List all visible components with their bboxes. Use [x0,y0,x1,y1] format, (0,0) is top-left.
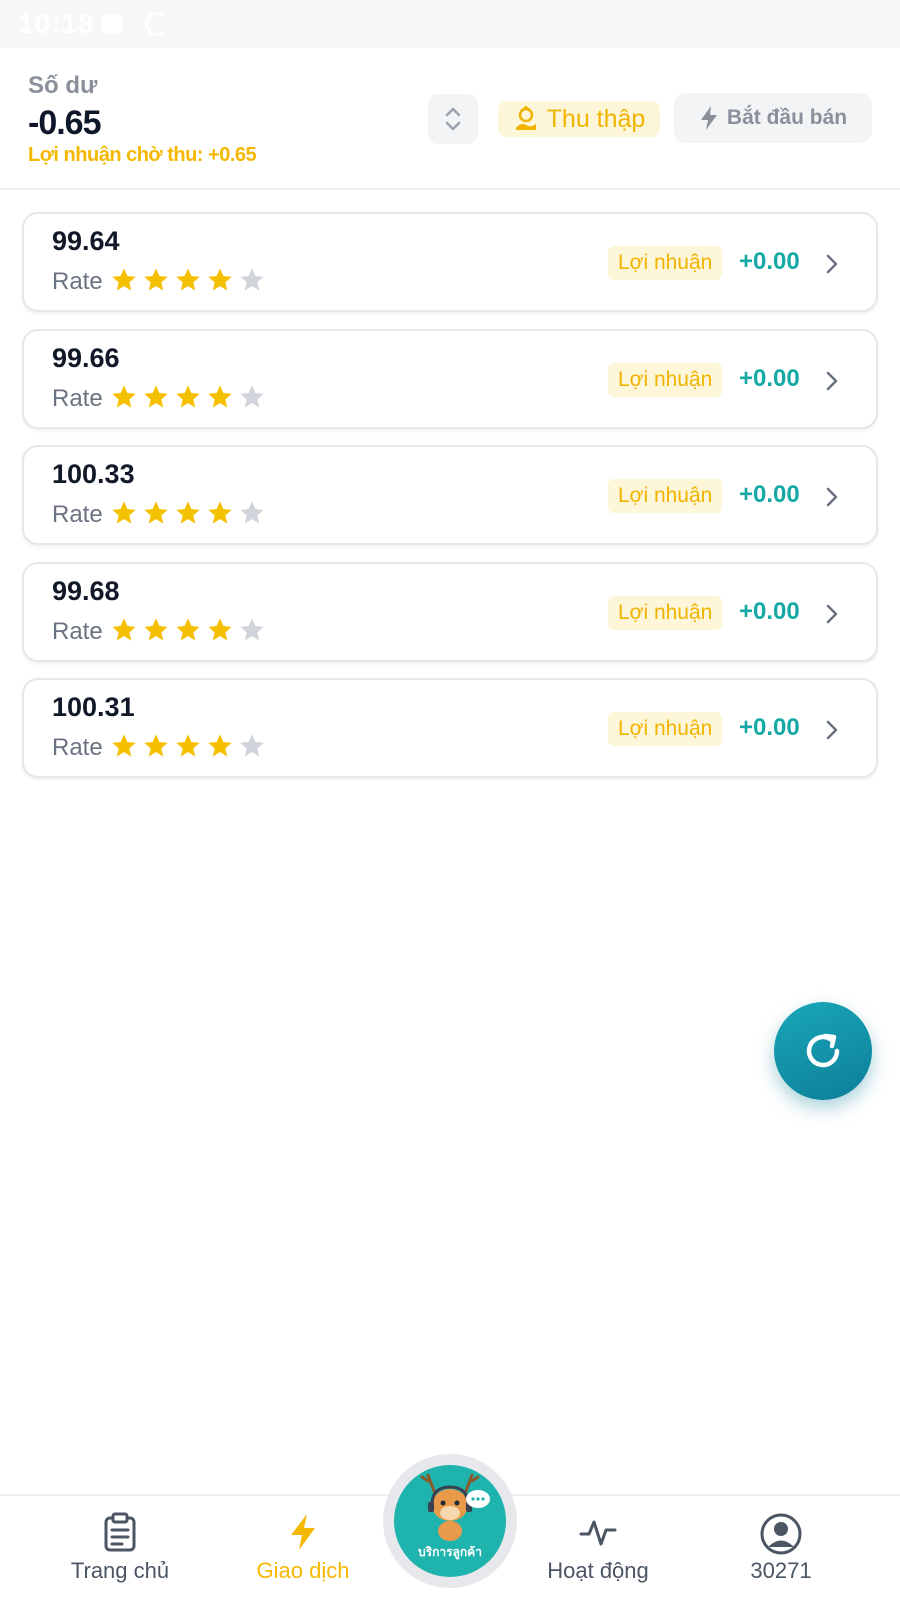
download-status-icon [102,14,122,34]
chevron-right-icon [826,371,838,390]
star-filled-icon [176,501,200,524]
card-value: 99.68 [52,575,120,606]
profit-badge: Lợi nhuận [608,479,723,513]
star-filled-icon [176,734,200,757]
product-card[interactable]: 99.66 Rate Lợi nhuận +0.00 [22,328,878,429]
balance-label: Số dư [28,72,98,99]
sort-button[interactable] [428,94,478,144]
nav-label-home: Trang chủ [70,1558,170,1583]
pending-profit: Lợi nhuận chờ thu: +0.65 [28,144,257,166]
profit-value: +0.00 [739,714,800,741]
lightning-icon [291,1514,315,1550]
star-empty-icon [240,501,264,524]
start-selling-label: Bắt đầu bán [726,106,848,129]
star-filled-icon [208,617,232,640]
card-rate-label: Rate [52,268,103,295]
nav-item-profile[interactable]: 30271 [696,1496,866,1600]
nav-item-home[interactable]: Trang chủ [35,1496,205,1600]
star-empty-icon [240,734,264,757]
balance-header: Số dư -0.65 Lợi nhuận chờ thu: +0.65 Thu… [0,48,900,190]
card-rate-label: Rate [52,501,103,528]
user-icon [760,1513,802,1555]
card-value: 100.33 [52,459,135,489]
star-filled-icon [144,268,168,291]
star-filled-icon [144,384,168,407]
star-filled-icon [144,501,168,524]
card-value: 99.66 [52,342,120,373]
start-selling-button[interactable]: Bắt đầu bán [674,93,872,143]
customer-support-button[interactable]: บริการลูกค้า [394,1465,506,1577]
activity-icon [579,1520,617,1546]
nav-label-profile: 30271 [750,1558,812,1583]
product-card[interactable]: 99.64 Rate Lợi nhuận +0.00 [22,212,878,312]
chevron-right-icon [826,487,838,507]
star-filled-icon [208,501,232,524]
star-filled-icon [176,617,200,640]
star-empty-icon [240,268,264,291]
star-rating [110,732,266,760]
refresh-icon [806,1033,840,1068]
product-card[interactable]: 99.68 Rate Lợi nhuận +0.00 [22,561,878,662]
star-filled-icon [208,734,232,757]
profit-value: +0.00 [739,248,800,275]
star-filled-icon [176,384,200,407]
support-label: บริการลูกค้า [418,1545,482,1559]
star-filled-icon [144,617,168,640]
profit-badge: Lợi nhuận [608,595,723,630]
profit-value: +0.00 [739,481,800,508]
star-filled-icon [176,268,200,291]
nav-item-activity[interactable]: Hoạt động [513,1496,683,1600]
nav-label-activity: Hoạt động [547,1558,649,1583]
card-value: 99.64 [52,226,120,256]
star-rating [110,499,266,527]
card-value: 100.31 [52,692,135,722]
product-card[interactable]: 100.31 Rate Lợi nhuận +0.00 [22,678,878,778]
star-filled-icon [208,268,232,291]
star-empty-icon [240,617,264,640]
profit-value: +0.00 [739,597,800,625]
money-bag-icon [515,106,536,130]
collect-label: Thu thập [546,104,646,133]
star-empty-icon [240,384,264,407]
balance-value: -0.65 [28,104,101,142]
product-card[interactable]: 100.33 Rate Lợi nhuận +0.00 [22,445,878,545]
status-bar: 10:18 [0,0,900,48]
star-filled-icon [112,617,136,640]
profit-badge: Lợi nhuận [608,246,723,280]
profit-value: +0.00 [739,364,800,392]
profit-badge: Lợi nhuận [608,712,723,746]
sort-icon [445,107,461,131]
card-rate-label: Rate [52,617,103,645]
star-filled-icon [112,501,136,524]
clipboard-icon [104,1512,136,1552]
refresh-button[interactable] [774,1002,872,1100]
profit-badge: Lợi nhuận [608,362,723,397]
deer-mascot-icon [420,1473,490,1541]
collect-button[interactable]: Thu thập [498,101,660,137]
sync-status-icon [145,12,169,36]
nav-item-trade[interactable]: Giao dịch [218,1496,388,1600]
star-rating [110,616,266,644]
card-rate-label: Rate [52,734,103,761]
chevron-right-icon [826,604,838,623]
chevron-right-icon [826,254,838,274]
star-filled-icon [208,384,232,407]
star-rating [110,383,266,411]
lightning-icon [700,106,717,130]
status-time: 10:18 [18,8,95,39]
card-rate-label: Rate [52,384,103,412]
star-filled-icon [144,734,168,757]
chevron-right-icon [826,720,838,740]
star-filled-icon [112,268,136,291]
star-filled-icon [112,384,136,407]
star-filled-icon [112,734,136,757]
nav-label-trade: Giao dịch [256,1558,350,1583]
star-rating [110,266,266,294]
